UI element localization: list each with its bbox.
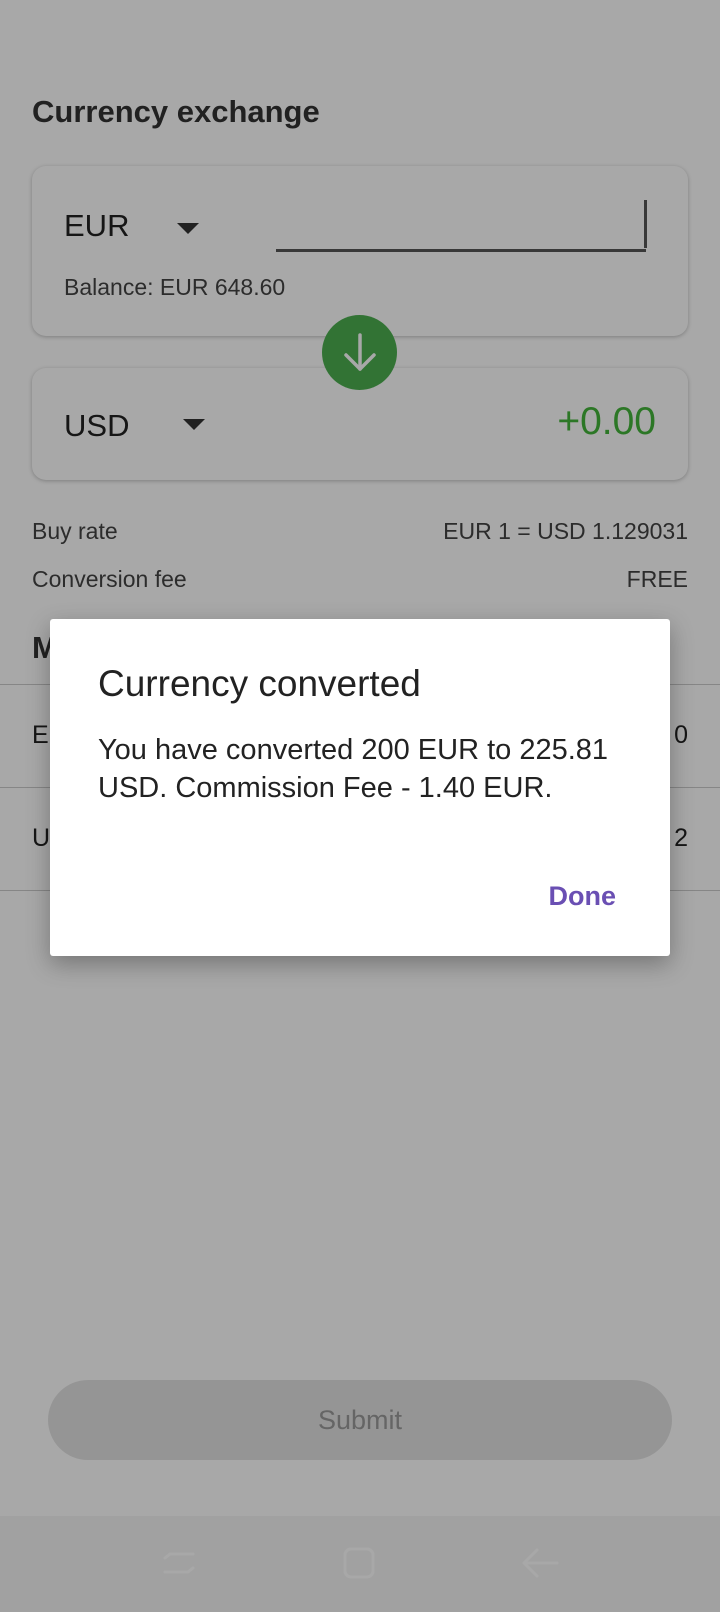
dialog-message: You have converted 200 EUR to 225.81 USD… <box>98 734 609 804</box>
done-button[interactable]: Done <box>549 881 617 912</box>
dialog-title: Currency converted <box>98 663 421 704</box>
currency-converted-dialog: Currency converted You have converted 20… <box>50 619 670 956</box>
